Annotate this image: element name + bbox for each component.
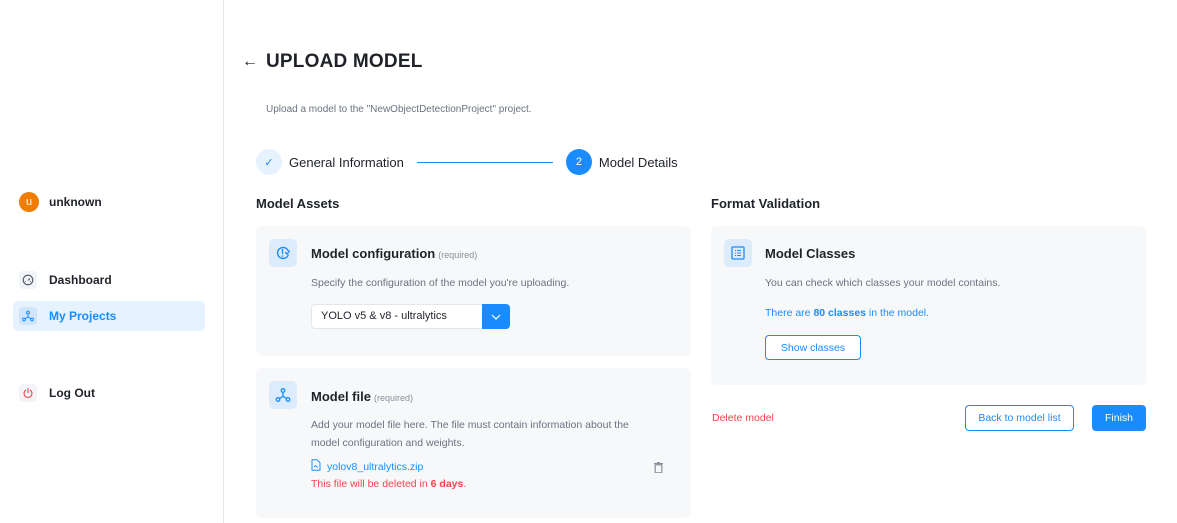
step-1-check-icon: ✓: [256, 149, 282, 175]
page-subtitle: Upload a model to the "NewObjectDetectio…: [266, 104, 532, 115]
page-title: UPLOAD MODEL: [266, 51, 423, 72]
warning-suffix: .: [463, 478, 467, 490]
stepper: ✓ General Information 2 Model Details: [256, 149, 678, 175]
model-classes-title: Model Classes: [765, 246, 856, 261]
info-suffix: in the model.: [866, 307, 930, 319]
sidebar-item-dashboard[interactable]: Dashboard: [13, 265, 205, 295]
sidebar-item-label: My Projects: [49, 309, 117, 323]
model-configuration-description: Specify the configuration of the model y…: [311, 277, 570, 289]
file-name: yolov8_ultralytics.zip: [327, 460, 424, 473]
sidebar-item-label: Dashboard: [49, 273, 112, 287]
step-2-label: Model Details: [598, 154, 678, 170]
gauge-icon: [19, 271, 37, 289]
model-classes-card: Model Classes You can check which classe…: [711, 226, 1146, 385]
list-icon: [724, 239, 752, 267]
back-to-model-list-button[interactable]: Back to model list: [965, 405, 1074, 431]
required-label: (required): [373, 393, 413, 403]
chevron-down-icon[interactable]: [482, 304, 510, 329]
main-content: ← UPLOAD MODEL Upload a model to the "Ne…: [224, 0, 1177, 523]
model-file-description: Add your model file here. The file must …: [311, 419, 629, 449]
step-2-number: 2: [565, 149, 592, 175]
file-icon: [311, 459, 321, 474]
back-arrow-icon[interactable]: ←: [242, 53, 258, 71]
avatar: u: [19, 192, 39, 212]
file-expiry-warning: This file will be deleted in 6 days.: [311, 478, 466, 490]
clock-alert-icon: [269, 239, 297, 267]
sidebar-item-my-projects[interactable]: My Projects: [13, 301, 205, 331]
user-profile[interactable]: u unknown: [19, 192, 102, 212]
stepper-connector: [416, 161, 553, 163]
network-icon: [269, 381, 297, 409]
power-icon: [19, 384, 37, 402]
model-file-title: Model file (required): [311, 389, 413, 404]
model-configuration-select[interactable]: YOLO v5 & v8 - ultralytics: [311, 304, 510, 329]
user-name: unknown: [49, 195, 102, 209]
model-classes-description: You can check which classes your model c…: [765, 277, 1001, 289]
finish-button[interactable]: Finish: [1092, 405, 1146, 431]
warning-days: 6 days: [430, 478, 464, 490]
info-prefix: There are: [765, 307, 814, 319]
model-configuration-title-text: Model configuration: [311, 246, 436, 261]
model-file-title-text: Model file: [311, 389, 371, 404]
sidebar-item-label: Log Out: [49, 386, 95, 400]
required-label: (required): [438, 250, 478, 260]
show-classes-button[interactable]: Show classes: [765, 335, 861, 360]
network-icon: [19, 307, 37, 325]
classes-count-info: There are 80 classes in the model.: [765, 307, 929, 319]
model-assets-heading: Model Assets: [256, 196, 340, 211]
select-value: YOLO v5 & v8 - ultralytics: [321, 310, 447, 322]
warning-text: This file will be deleted in: [311, 478, 431, 490]
model-file-card: Model file (required) Add your model file…: [256, 368, 691, 518]
classes-count: 80 classes: [813, 307, 867, 319]
trash-icon[interactable]: [654, 460, 663, 478]
sidebar: u unknown Dashboard My Projects Log Out: [0, 0, 224, 523]
format-validation-heading: Format Validation: [711, 196, 821, 211]
step-1-label: General Information: [289, 154, 404, 170]
model-configuration-title: Model configuration (required): [311, 246, 477, 261]
delete-model-link[interactable]: Delete model: [712, 412, 774, 424]
model-configuration-card: Model configuration (required) Specify th…: [256, 226, 691, 356]
uploaded-file-link[interactable]: yolov8_ultralytics.zip: [311, 459, 423, 474]
sidebar-item-log-out[interactable]: Log Out: [13, 378, 205, 408]
